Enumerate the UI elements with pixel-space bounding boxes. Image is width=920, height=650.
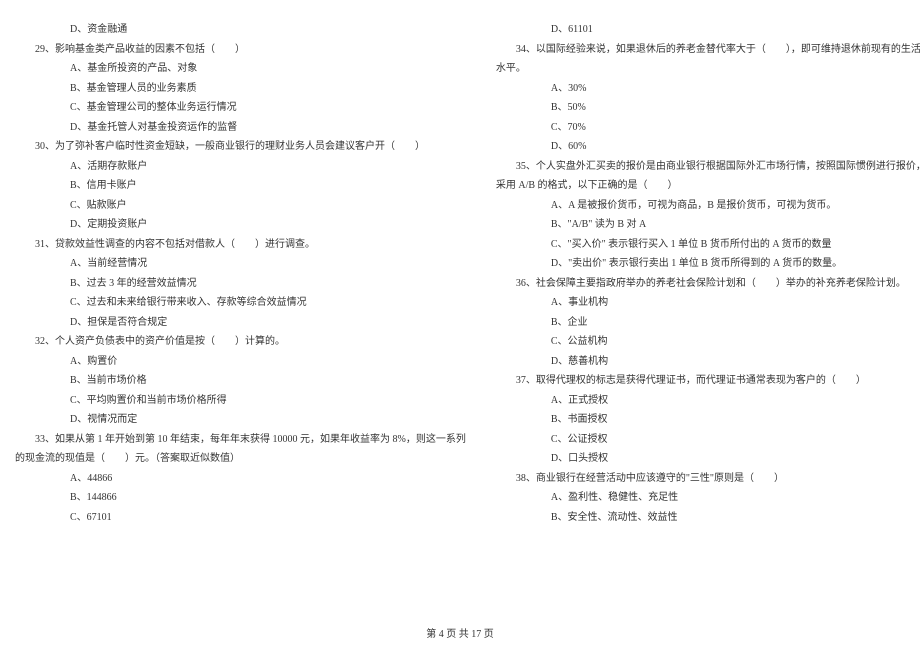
option-text: C、贴款账户 (15, 196, 466, 216)
option-text: D、"卖出价" 表示银行卖出 1 单位 B 货币所得到的 A 货币的数量。 (496, 254, 920, 274)
option-text: B、144866 (15, 488, 466, 508)
option-text: B、企业 (496, 313, 920, 333)
option-text: B、50% (496, 98, 920, 118)
option-text: C、70% (496, 118, 920, 138)
question-stem-cont: 水平。 (496, 59, 920, 79)
option-text: A、盈利性、稳健性、充足性 (496, 488, 920, 508)
right-column: D、61101 34、以国际经验来说，如果退休后的养老金替代率大于（ ），即可维… (496, 20, 920, 527)
question-stem: 31、贷款效益性调查的内容不包括对借款人（ ）进行调查。 (15, 235, 466, 255)
page-content: D、资金融通 29、影响基金类产品收益的因素不包括（ ） A、基金所投资的产品、… (0, 0, 920, 537)
question-stem: 30、为了弥补客户临时性资金短缺，一般商业银行的理财业务人员会建议客户开（ ） (15, 137, 466, 157)
option-text: A、活期存款账户 (15, 157, 466, 177)
question-stem-cont: 采用 A/B 的格式，以下正确的是（ ） (496, 176, 920, 196)
option-text: A、A 是被报价货币，可视为商品，B 是报价货币，可视为货币。 (496, 196, 920, 216)
option-text: A、30% (496, 79, 920, 99)
option-text: D、定期投资账户 (15, 215, 466, 235)
question-stem: 37、取得代理权的标志是获得代理证书，而代理证书通常表现为客户的（ ） (496, 371, 920, 391)
option-text: C、67101 (15, 508, 466, 528)
option-text: D、担保是否符合规定 (15, 313, 466, 333)
question-stem: 38、商业银行在经营活动中应该遵守的"三性"原则是（ ） (496, 469, 920, 489)
question-stem: 35、个人实盘外汇买卖的报价是由商业银行根据国际外汇市场行情，按照国际惯例进行报… (496, 157, 920, 177)
option-text: D、基金托管人对基金投资运作的监督 (15, 118, 466, 138)
option-text: A、购置价 (15, 352, 466, 372)
option-text: A、当前经营情况 (15, 254, 466, 274)
option-text: D、资金融通 (15, 20, 466, 40)
option-text: A、44866 (15, 469, 466, 489)
question-stem: 34、以国际经验来说，如果退休后的养老金替代率大于（ ），即可维持退休前现有的生… (496, 40, 920, 60)
option-text: C、过去和未来给银行带来收入、存款等综合效益情况 (15, 293, 466, 313)
option-text: B、过去 3 年的经营效益情况 (15, 274, 466, 294)
option-text: B、安全性、流动性、效益性 (496, 508, 920, 528)
page-footer: 第 4 页 共 17 页 (0, 625, 920, 640)
option-text: D、视情况而定 (15, 410, 466, 430)
option-text: B、书面授权 (496, 410, 920, 430)
option-text: D、60% (496, 137, 920, 157)
question-stem: 36、社会保障主要指政府举办的养老社会保险计划和（ ）举办的补充养老保险计划。 (496, 274, 920, 294)
option-text: C、基金管理公司的整体业务运行情况 (15, 98, 466, 118)
option-text: C、公证授权 (496, 430, 920, 450)
option-text: C、公益机构 (496, 332, 920, 352)
option-text: C、平均购置价和当前市场价格所得 (15, 391, 466, 411)
question-stem: 29、影响基金类产品收益的因素不包括（ ） (15, 40, 466, 60)
option-text: B、当前市场价格 (15, 371, 466, 391)
option-text: A、事业机构 (496, 293, 920, 313)
left-column: D、资金融通 29、影响基金类产品收益的因素不包括（ ） A、基金所投资的产品、… (15, 20, 466, 527)
question-stem: 33、如果从第 1 年开始到第 10 年结束，每年年末获得 10000 元，如果… (15, 430, 466, 450)
option-text: B、信用卡账户 (15, 176, 466, 196)
option-text: B、基金管理人员的业务素质 (15, 79, 466, 99)
option-text: B、"A/B" 读为 B 对 A (496, 215, 920, 235)
option-text: D、慈善机构 (496, 352, 920, 372)
option-text: D、口头授权 (496, 449, 920, 469)
option-text: A、正式授权 (496, 391, 920, 411)
option-text: C、"买入价" 表示银行买入 1 单位 B 货币所付出的 A 货币的数量 (496, 235, 920, 255)
option-text: D、61101 (496, 20, 920, 40)
question-stem-cont: 的现金流的现值是（ ）元。（答案取近似数值） (15, 449, 466, 469)
question-stem: 32、个人资产负债表中的资产价值是按（ ）计算的。 (15, 332, 466, 352)
option-text: A、基金所投资的产品、对象 (15, 59, 466, 79)
